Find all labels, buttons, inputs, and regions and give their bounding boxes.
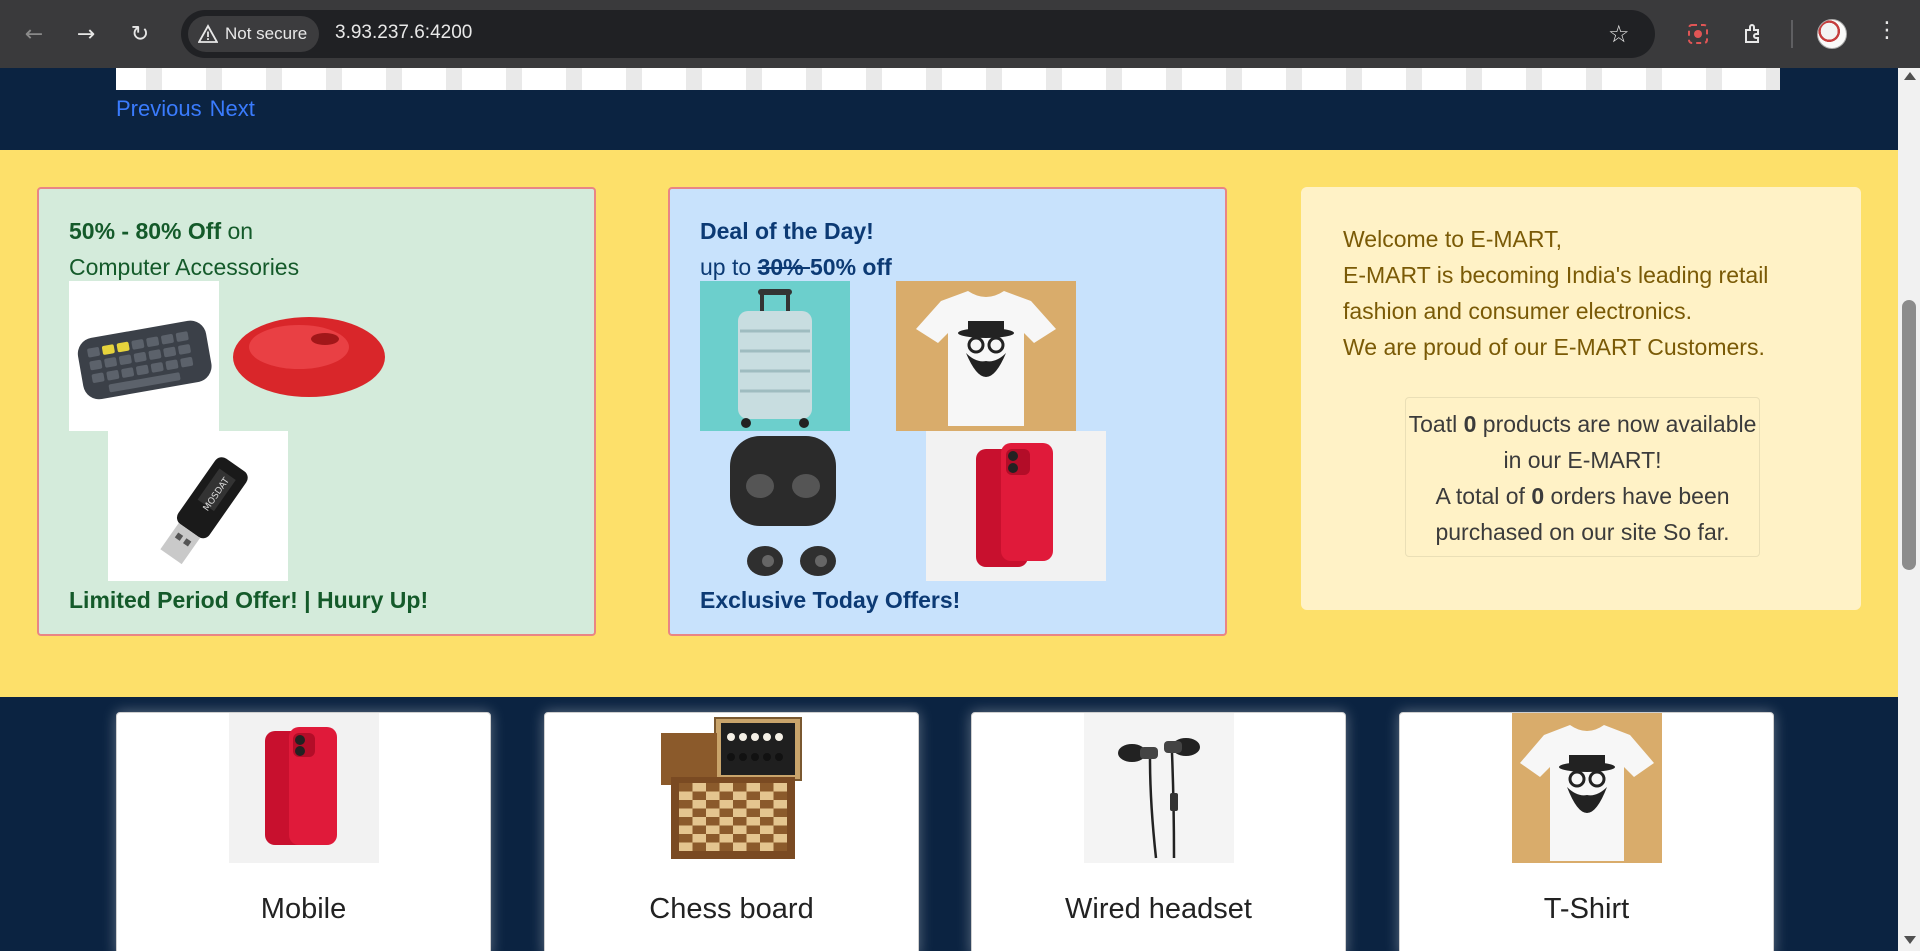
site-info-chip[interactable]: Not secure bbox=[188, 16, 320, 52]
suitcase-image bbox=[700, 281, 850, 431]
offer-headline: 50% - 80% Off on bbox=[69, 218, 254, 244]
product-card-wired-headset[interactable]: Wired headset bbox=[971, 712, 1346, 951]
carousel-pager: Previous Next bbox=[116, 96, 263, 122]
reload-icon[interactable]: ↻ bbox=[124, 18, 156, 50]
orders-count: 0 bbox=[1531, 483, 1545, 509]
tshirt-image bbox=[896, 281, 1076, 431]
product-card-chess-board[interactable]: Chess board bbox=[544, 712, 919, 951]
bookmark-star-icon[interactable]: ☆ bbox=[1608, 20, 1630, 48]
scroll-down-arrow-icon[interactable] bbox=[1904, 936, 1916, 944]
warning-icon bbox=[198, 24, 218, 43]
product-card-tshirt[interactable]: T-Shirt bbox=[1399, 712, 1774, 951]
welcome-line: Welcome to E-MART, bbox=[1343, 226, 1562, 252]
offers-section: 50% - 80% Off on Computer Accessories MO… bbox=[0, 150, 1898, 697]
computer-accessories-offer-card[interactable]: 50% - 80% Off on Computer Accessories MO… bbox=[37, 187, 596, 636]
security-label: Not secure bbox=[225, 24, 308, 43]
discount-range: 50% - 80% Off bbox=[69, 218, 222, 244]
product-name: Chess board bbox=[649, 893, 814, 925]
keyboard-image bbox=[69, 281, 219, 431]
site-stats-box: Toatl 0 products are now available in ou… bbox=[1405, 397, 1760, 557]
welcome-proud-line: We are proud of our E-MART Customers. bbox=[1343, 334, 1765, 360]
usb-drive-image: MOSDAT bbox=[108, 431, 288, 581]
kebab-menu-icon[interactable]: ⋮ bbox=[1876, 18, 1898, 43]
tshirt-icon bbox=[1512, 713, 1662, 863]
extensions-icon[interactable] bbox=[1737, 18, 1769, 50]
old-discount: 30% bbox=[757, 254, 810, 280]
address-bar[interactable]: Not secure 3.93.237.6:4200 ☆ bbox=[181, 10, 1655, 58]
forward-icon[interactable]: → bbox=[70, 18, 102, 50]
chess-board-icon bbox=[657, 713, 807, 863]
deal-of-the-day-card[interactable]: Deal of the Day! up to 30% 50% off Exclu… bbox=[668, 187, 1227, 636]
scrollbar-thumb[interactable] bbox=[1902, 300, 1916, 570]
products-stat: Toatl 0 products are now available in ou… bbox=[1408, 411, 1757, 473]
offer-footer: Limited Period Offer! | Huury Up! bbox=[69, 587, 429, 613]
red-iphone-image bbox=[926, 431, 1106, 581]
profile-avatar[interactable] bbox=[1817, 19, 1847, 49]
browser-toolbar: ← → ↻ Not secure 3.93.237.6:4200 ☆ ⋮ bbox=[0, 0, 1920, 68]
scroll-up-arrow-icon[interactable] bbox=[1904, 72, 1916, 80]
product-name: Wired headset bbox=[1065, 893, 1252, 925]
previous-link[interactable]: Previous bbox=[116, 96, 202, 121]
welcome-description: E-MART is becoming India's leading retai… bbox=[1343, 262, 1769, 324]
welcome-panel: Welcome to E-MART, E-MART is becoming In… bbox=[1301, 187, 1861, 610]
screen-capture-icon[interactable] bbox=[1682, 18, 1714, 50]
carousel-image-strip bbox=[116, 68, 1780, 90]
new-discount: 50% off bbox=[809, 254, 892, 280]
offer-category: Computer Accessories bbox=[69, 254, 300, 280]
deal-footer: Exclusive Today Offers! bbox=[700, 587, 961, 613]
products-count: 0 bbox=[1463, 411, 1477, 437]
earphones-icon bbox=[1084, 713, 1234, 863]
url-text[interactable]: 3.93.237.6:4200 bbox=[335, 22, 472, 44]
orders-stat: A total of 0 orders have been purchased … bbox=[1435, 483, 1730, 545]
earbuds-image bbox=[730, 436, 836, 576]
back-icon[interactable]: ← bbox=[18, 18, 50, 50]
next-link[interactable]: Next bbox=[210, 96, 255, 121]
deal-headline: Deal of the Day! bbox=[700, 218, 874, 244]
toolbar-divider bbox=[1791, 20, 1793, 48]
product-name: T-Shirt bbox=[1543, 893, 1630, 925]
red-smartphone-icon bbox=[229, 713, 379, 863]
product-name: Mobile bbox=[260, 893, 347, 925]
red-mouse-image bbox=[233, 317, 385, 397]
product-card-mobile[interactable]: Mobile bbox=[116, 712, 491, 951]
deal-discount: up to 30% 50% off bbox=[700, 254, 892, 280]
